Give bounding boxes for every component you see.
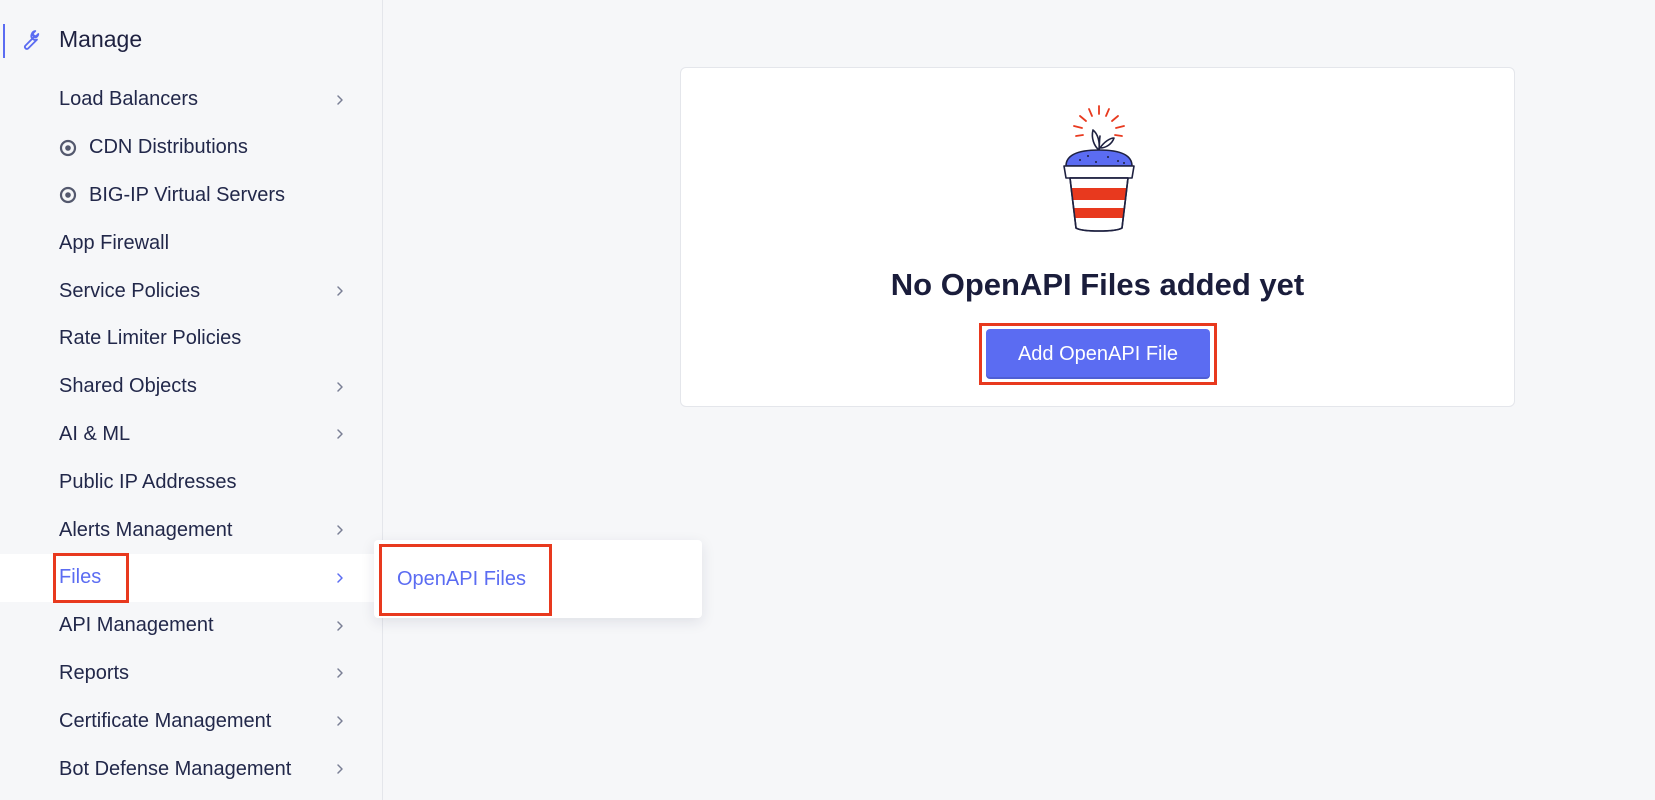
sidebar-item-bot-defense-management[interactable]: Bot Defense Management	[0, 745, 383, 793]
sidebar-item-files[interactable]: Files	[0, 553, 383, 602]
sidebar-item-label: API Management	[59, 614, 214, 637]
sidebar-item-label: Files	[59, 566, 102, 589]
wrench-icon	[24, 30, 40, 50]
sidebar-item-service-policies[interactable]: Service Policies	[0, 267, 383, 315]
sidebar-item-alerts-management[interactable]: Alerts Management	[0, 506, 383, 554]
sidebar-item-label: Public IP Addresses	[59, 470, 237, 493]
sidebar-item-label: Reports	[59, 661, 130, 684]
chevron-right-icon	[337, 620, 343, 631]
chevron-right-icon	[337, 716, 343, 726]
submenu-item-openapi-files[interactable]: OpenAPI Files	[374, 540, 702, 618]
sidebar-item-shared-objects[interactable]: Shared Objects	[0, 363, 383, 411]
sidebar-item-rate-limiter-policies[interactable]: Rate Limiter Policies	[0, 315, 383, 363]
files-submenu-flyout: OpenAPI Files	[374, 540, 702, 618]
sidebar-item-label: AI & ML	[59, 422, 131, 445]
sidebar-item-label: Bot Defense Management	[59, 757, 292, 780]
sidebar-item-load-balancers[interactable]: Load Balancers	[0, 76, 383, 124]
empty-state-card: No OpenAPI Files added yet Add OpenAPI F…	[680, 67, 1515, 407]
chevron-right-icon	[337, 429, 343, 440]
submenu-item-label: OpenAPI Files	[397, 568, 526, 590]
sidebar-item-label: CDN Distributions	[89, 136, 248, 159]
sidebar-item-cdn-distributions[interactable]: CDN Distributions	[0, 124, 383, 172]
empty-state-title: No OpenAPI Files added yet	[890, 267, 1305, 302]
chevron-right-icon	[337, 381, 343, 392]
chevron-right-icon	[337, 573, 343, 583]
sidebar-item-reports[interactable]: Reports	[0, 650, 383, 698]
sidebar-item-label: Certificate Management	[59, 709, 272, 732]
sidebar-item-label: App Firewall	[59, 231, 170, 254]
sidebar-item-label: BIG-IP Virtual Servers	[89, 183, 285, 206]
sidebar-item-public-ip-addresses[interactable]: Public IP Addresses	[0, 458, 383, 506]
chevron-right-icon	[337, 668, 343, 679]
radio-dot-icon	[59, 187, 77, 204]
sidebar-item-label: Shared Objects	[59, 375, 197, 398]
add-openapi-file-button[interactable]: Add OpenAPI File	[986, 329, 1210, 379]
chevron-right-icon	[337, 286, 343, 296]
radio-dot-icon	[59, 139, 77, 156]
chevron-right-icon	[337, 525, 343, 535]
manage-section-header[interactable]: Manage	[0, 14, 383, 64]
active-section-indicator	[3, 24, 5, 58]
potted-plant-illustration	[1063, 105, 1135, 232]
chevron-right-icon	[337, 95, 343, 105]
sidebar-item-label: Rate Limiter Policies	[59, 327, 242, 350]
sidebar-item-big-ip-virtual-servers[interactable]: BIG-IP Virtual Servers	[0, 172, 383, 220]
sidebar-item-label: Service Policies	[59, 279, 201, 302]
sidebar-item-label: Load Balancers	[59, 88, 198, 111]
section-title: Manage	[59, 26, 143, 52]
sidebar-item-app-firewall[interactable]: App Firewall	[0, 219, 383, 267]
sidebar-item-certificate-management[interactable]: Certificate Management	[0, 697, 383, 745]
chevron-right-icon	[337, 764, 343, 774]
sidebar-item-label: Alerts Management	[59, 518, 233, 541]
sidebar-item-api-management[interactable]: API Management	[0, 602, 383, 650]
sidebar: Manage Load Balancers CDN Distributions …	[0, 0, 383, 800]
sidebar-item-ai-ml[interactable]: AI & ML	[0, 411, 383, 459]
sidebar-nav: Load Balancers CDN Distributions BIG-IP …	[0, 76, 383, 793]
